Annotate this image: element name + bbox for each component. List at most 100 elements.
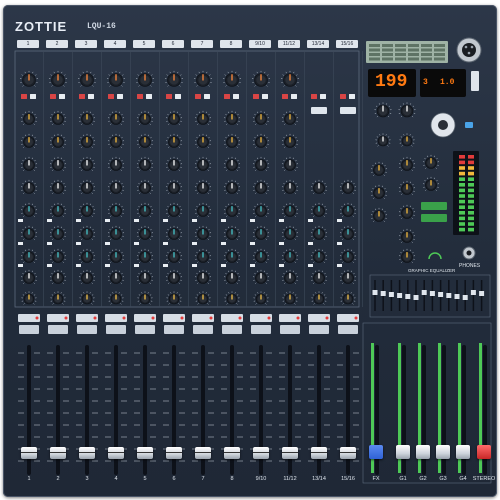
- eq-send-knob[interactable]: [252, 202, 270, 217]
- gain-knob[interactable]: [135, 70, 155, 87]
- eq-send-knob[interactable]: [339, 225, 357, 240]
- eq-send-knob[interactable]: [252, 269, 270, 284]
- eq-send-knob[interactable]: [165, 225, 183, 240]
- eq-send-knob[interactable]: [78, 225, 96, 240]
- eq-send-knob[interactable]: [339, 248, 357, 263]
- pad-button[interactable]: [224, 94, 230, 99]
- pan-knob[interactable]: [137, 291, 153, 305]
- eq-send-knob[interactable]: [223, 248, 241, 263]
- hpf-button[interactable]: [117, 94, 123, 99]
- group-fader-knob[interactable]: [456, 445, 470, 459]
- channel-fader-knob[interactable]: [311, 447, 327, 459]
- pad-button[interactable]: [195, 94, 201, 99]
- eq-send-knob[interactable]: [136, 179, 154, 194]
- solo-button[interactable]: [222, 325, 242, 334]
- pan-knob[interactable]: [282, 291, 298, 305]
- solo-button[interactable]: [106, 325, 126, 334]
- hpf-button[interactable]: [349, 94, 355, 99]
- eq-send-knob[interactable]: [78, 156, 96, 171]
- eq-send-knob[interactable]: [223, 179, 241, 194]
- eq-send-knob[interactable]: [252, 133, 270, 148]
- bluetooth-icon[interactable]: [465, 122, 473, 128]
- eq-send-knob[interactable]: [252, 110, 270, 125]
- pan-knob[interactable]: [340, 291, 356, 305]
- eq-send-knob[interactable]: [20, 133, 38, 148]
- pad-button[interactable]: [166, 94, 172, 99]
- group-fader-knob[interactable]: [396, 445, 410, 459]
- master-aux-knob[interactable]: [370, 184, 388, 199]
- pan-knob[interactable]: [21, 291, 37, 305]
- gain-knob[interactable]: [222, 70, 242, 87]
- geq-slider[interactable]: [454, 294, 460, 299]
- eq-send-knob[interactable]: [49, 248, 67, 263]
- eq-send-knob[interactable]: [49, 269, 67, 284]
- stereo-fader-knob[interactable]: [477, 445, 491, 459]
- hpf-button[interactable]: [233, 94, 239, 99]
- channel-fader-knob[interactable]: [340, 447, 356, 459]
- eq-send-knob[interactable]: [310, 225, 328, 240]
- eq-send-knob[interactable]: [20, 225, 38, 240]
- pan-knob[interactable]: [108, 291, 124, 305]
- geq-slider[interactable]: [479, 291, 485, 296]
- eq-send-knob[interactable]: [194, 133, 212, 148]
- geq-slider[interactable]: [421, 290, 427, 295]
- geq-slider[interactable]: [462, 295, 468, 300]
- master-aux-knob[interactable]: [398, 204, 416, 219]
- channel-fader-knob[interactable]: [166, 447, 182, 459]
- eq-send-knob[interactable]: [78, 202, 96, 217]
- eq-send-knob[interactable]: [223, 202, 241, 217]
- channel-fader-knob[interactable]: [224, 447, 240, 459]
- eq-send-knob[interactable]: [281, 179, 299, 194]
- solo-button[interactable]: [280, 325, 300, 334]
- pad-button[interactable]: [50, 94, 56, 99]
- eq-send-knob[interactable]: [107, 156, 125, 171]
- channel-fader-knob[interactable]: [253, 447, 269, 459]
- eq-send-knob[interactable]: [78, 269, 96, 284]
- eq-send-knob[interactable]: [194, 179, 212, 194]
- pan-knob[interactable]: [253, 291, 269, 305]
- pad-button[interactable]: [108, 94, 114, 99]
- pan-knob[interactable]: [50, 291, 66, 305]
- gain-knob[interactable]: [106, 70, 126, 87]
- eq-send-knob[interactable]: [165, 202, 183, 217]
- eq-send-knob[interactable]: [165, 179, 183, 194]
- gain-knob[interactable]: [19, 70, 39, 87]
- geq-slider[interactable]: [388, 292, 394, 297]
- channel-fader-knob[interactable]: [282, 447, 298, 459]
- eq-send-knob[interactable]: [49, 202, 67, 217]
- eq-send-knob[interactable]: [78, 179, 96, 194]
- eq-send-knob[interactable]: [78, 248, 96, 263]
- eq-send-knob[interactable]: [281, 248, 299, 263]
- eq-send-knob[interactable]: [107, 179, 125, 194]
- eq-send-knob[interactable]: [107, 225, 125, 240]
- solo-button[interactable]: [309, 325, 329, 334]
- eq-send-knob[interactable]: [107, 269, 125, 284]
- eq-send-knob[interactable]: [310, 202, 328, 217]
- hpf-button[interactable]: [291, 94, 297, 99]
- eq-send-knob[interactable]: [20, 179, 38, 194]
- geq-slider[interactable]: [397, 293, 403, 298]
- eq-send-knob[interactable]: [165, 156, 183, 171]
- pad-button[interactable]: [340, 94, 346, 99]
- channel-fader-knob[interactable]: [50, 447, 66, 459]
- channel-fader-knob[interactable]: [137, 447, 153, 459]
- green-mode-button[interactable]: [421, 202, 447, 210]
- eq-send-knob[interactable]: [49, 156, 67, 171]
- master-aux-knob[interactable]: [398, 228, 416, 243]
- geq-slider[interactable]: [372, 290, 378, 295]
- fx-fader-knob[interactable]: [369, 445, 383, 459]
- master-aux-knob[interactable]: [398, 248, 416, 263]
- geq-slider[interactable]: [413, 295, 419, 300]
- gain-knob[interactable]: [48, 70, 68, 87]
- eq-send-knob[interactable]: [136, 248, 154, 263]
- green-mode-button[interactable]: [421, 214, 447, 222]
- solo-button[interactable]: [77, 325, 97, 334]
- eq-send-knob[interactable]: [252, 179, 270, 194]
- master-aux-knob[interactable]: [422, 176, 440, 191]
- solo-button[interactable]: [48, 325, 68, 334]
- eq-send-knob[interactable]: [223, 156, 241, 171]
- gain-knob[interactable]: [77, 70, 97, 87]
- hpf-button[interactable]: [320, 94, 326, 99]
- eq-send-knob[interactable]: [281, 156, 299, 171]
- eq-send-knob[interactable]: [49, 133, 67, 148]
